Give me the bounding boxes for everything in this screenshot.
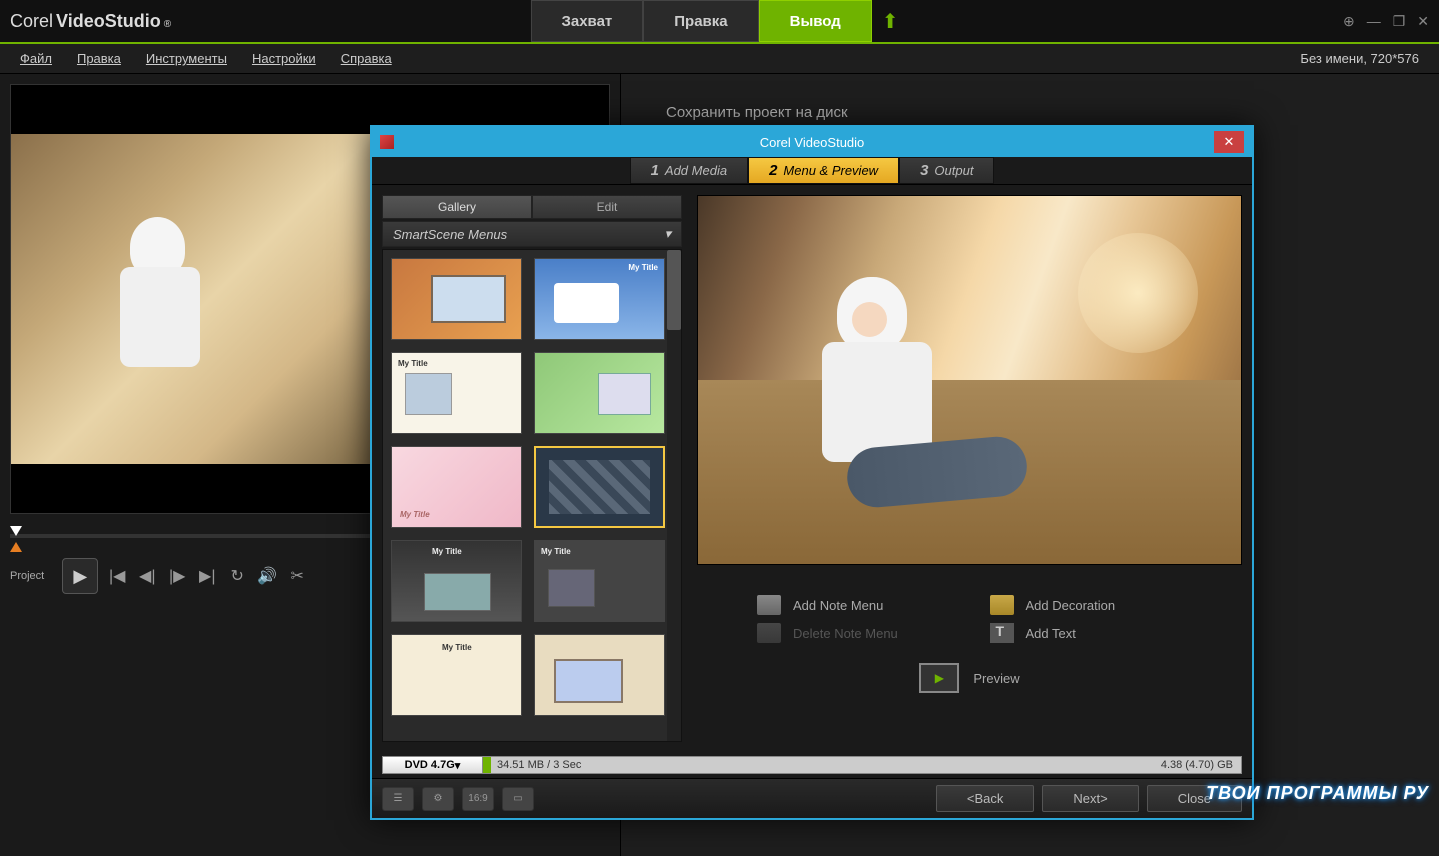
menu-settings[interactable]: Настройки — [252, 51, 316, 66]
capacity-used-bar — [483, 757, 491, 773]
dialog-footer: ☰ ⚙ 16:9 ▭ <Back Next> Close — [372, 778, 1252, 818]
gallery-grid: My Title My Title My Title My Title My T… — [382, 249, 682, 742]
preview-image — [10, 134, 410, 464]
step-menu-preview[interactable]: 2Menu & Preview — [748, 157, 899, 184]
go-end-button[interactable]: ▶| — [196, 566, 218, 586]
app-logo: Corel VideoStudio ® — [10, 11, 171, 32]
gallery-panel: Gallery Edit SmartScene Menus ▾ My Title… — [382, 195, 682, 742]
footer-device-icon[interactable]: ▭ — [502, 787, 534, 811]
scrollbar-thumb[interactable] — [667, 250, 681, 330]
menu-edit[interactable]: Правка — [77, 51, 121, 66]
logo-reg: ® — [164, 19, 171, 30]
tab-capture[interactable]: Захват — [530, 0, 643, 42]
preview-button[interactable]: Preview — [919, 663, 1019, 693]
player-mode-label: Project — [10, 570, 44, 582]
menu-template-4[interactable] — [534, 352, 665, 434]
delete-note-icon — [757, 623, 781, 643]
text-icon — [990, 623, 1014, 643]
add-decoration-button[interactable]: Add Decoration — [990, 595, 1183, 615]
add-text-button[interactable]: Add Text — [990, 623, 1183, 643]
footer-gear-icon[interactable]: ⚙ — [422, 787, 454, 811]
gallery-tab-gallery[interactable]: Gallery — [382, 195, 532, 219]
menu-template-10[interactable] — [534, 634, 665, 716]
repeat-button[interactable]: ↻ — [226, 566, 248, 586]
maximize-icon[interactable]: ❐ — [1393, 13, 1406, 30]
step-output[interactable]: 3Output — [899, 157, 994, 184]
gallery-tabs: Gallery Edit — [382, 195, 682, 219]
capacity-total-text: 4.38 (4.70) GB — [1153, 759, 1241, 771]
globe-icon[interactable]: ⊕ — [1343, 13, 1355, 30]
menu-category-dropdown[interactable]: SmartScene Menus ▾ — [382, 221, 682, 247]
output-dialog: Corel VideoStudio ✕ 1Add Media 2Menu & P… — [370, 125, 1254, 820]
main-tabs: Захват Правка Вывод ⬆ — [530, 0, 908, 42]
menu-template-9[interactable]: My Title — [391, 634, 522, 716]
note-menu-icon — [757, 595, 781, 615]
upload-icon[interactable]: ⬆ — [872, 9, 909, 34]
logo-video: VideoStudio — [56, 11, 161, 32]
minimize-icon[interactable]: — — [1367, 13, 1381, 29]
gallery-tab-edit[interactable]: Edit — [532, 195, 682, 219]
footer-settings-icon[interactable]: ☰ — [382, 787, 414, 811]
dialog-body: Gallery Edit SmartScene Menus ▾ My Title… — [372, 185, 1252, 752]
monitor-icon — [919, 663, 959, 693]
preview-panel: Add Note Menu Add Decoration Delete Note… — [697, 195, 1242, 742]
menu-help[interactable]: Справка — [341, 51, 392, 66]
menu-template-5[interactable]: My Title — [391, 446, 522, 528]
window-controls: ⊕ — ❐ ✕ — [1343, 13, 1429, 30]
disc-capacity-bar: DVD 4.7G ▾ 34.51 MB / 3 Sec 4.38 (4.70) … — [382, 756, 1242, 774]
menu-template-3[interactable]: My Title — [391, 352, 522, 434]
watermark: ТВОИ ПРОГРАММЫ РУ — [1206, 783, 1429, 804]
menu-template-2[interactable]: My Title — [534, 258, 665, 340]
menu-file[interactable]: Файл — [20, 51, 52, 66]
dialog-title: Corel VideoStudio — [760, 135, 865, 150]
step-tabs: 1Add Media 2Menu & Preview 3Output — [372, 157, 1252, 185]
menu-template-8[interactable]: My Title — [534, 540, 665, 622]
menubar: Файл Правка Инструменты Настройки Справк… — [0, 44, 1439, 74]
menu-preview — [697, 195, 1242, 565]
menu-template-7[interactable]: My Title — [391, 540, 522, 622]
add-note-menu-button[interactable]: Add Note Menu — [757, 595, 950, 615]
volume-button[interactable]: 🔊 — [256, 566, 278, 586]
go-start-button[interactable]: |◀ — [106, 566, 128, 586]
split-button[interactable]: ✂ — [286, 566, 308, 586]
menu-tools[interactable]: Инструменты — [146, 51, 227, 66]
delete-note-menu-button: Delete Note Menu — [757, 623, 950, 643]
footer-aspect-icon[interactable]: 16:9 — [462, 787, 494, 811]
prev-frame-button[interactable]: ◀| — [136, 566, 158, 586]
chevron-down-icon: ▾ — [664, 226, 671, 242]
menu-template-1[interactable] — [391, 258, 522, 340]
back-button[interactable]: <Back — [936, 785, 1035, 812]
timeline-start-marker[interactable] — [10, 542, 22, 552]
play-button[interactable]: ▶ — [62, 558, 98, 594]
capacity-used-text: 34.51 MB / 3 Sec — [491, 759, 587, 771]
dialog-titlebar[interactable]: Corel VideoStudio ✕ — [372, 127, 1252, 157]
preview-button-row: Preview — [697, 653, 1242, 703]
gallery-scrollbar[interactable] — [667, 250, 681, 741]
close-icon[interactable]: ✕ — [1417, 13, 1429, 30]
titlebar: Corel VideoStudio ® Захват Правка Вывод … — [0, 0, 1439, 42]
project-info: Без имени, 720*576 — [1300, 51, 1419, 66]
menu-template-6[interactable] — [534, 446, 665, 528]
next-button[interactable]: Next> — [1042, 785, 1138, 812]
dialog-close-button[interactable]: ✕ — [1214, 131, 1244, 153]
timeline-marker[interactable] — [10, 526, 22, 536]
dialog-app-icon — [380, 135, 394, 149]
next-frame-button[interactable]: |▶ — [166, 566, 188, 586]
decoration-icon — [990, 595, 1014, 615]
logo-corel: Corel — [10, 11, 53, 32]
step-add-media[interactable]: 1Add Media — [630, 157, 749, 184]
tab-output[interactable]: Вывод — [759, 0, 872, 42]
action-grid: Add Note Menu Add Decoration Delete Note… — [697, 565, 1242, 653]
tab-edit[interactable]: Правка — [643, 0, 758, 42]
disc-type-select[interactable]: DVD 4.7G ▾ — [383, 757, 483, 773]
